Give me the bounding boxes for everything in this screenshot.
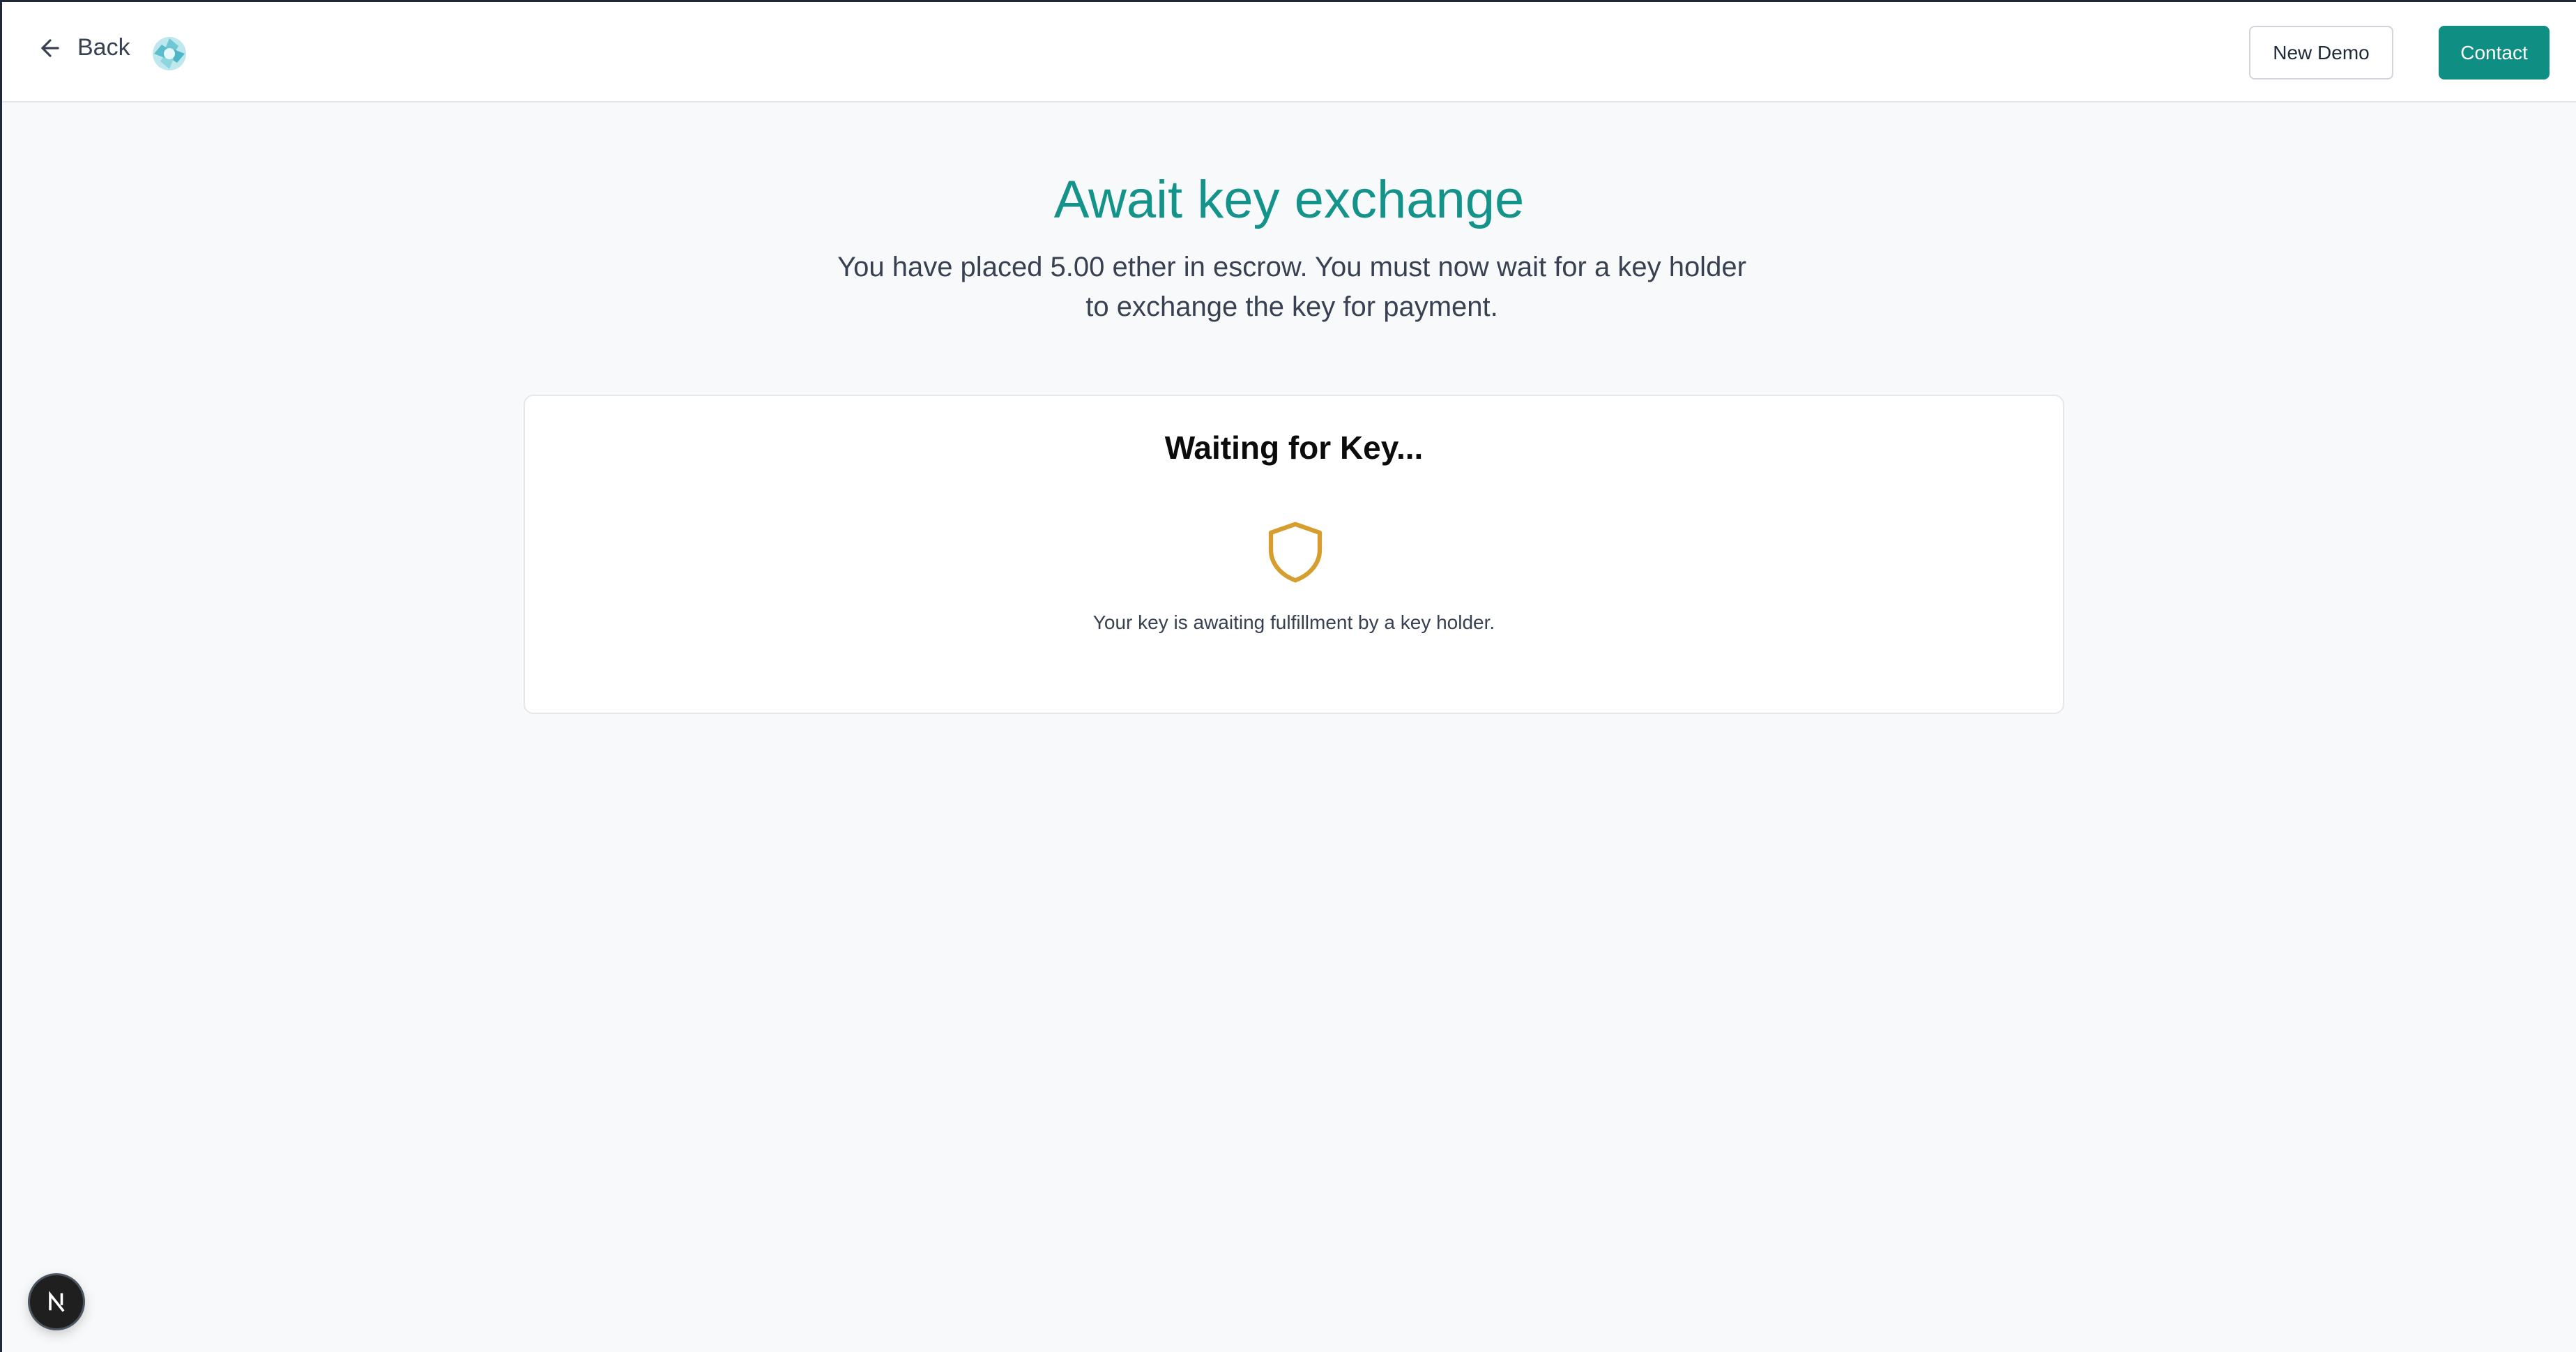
page-subtitle: You have placed 5.00 ether in escrow. Yo… xyxy=(837,252,1746,322)
nextjs-dev-badge[interactable] xyxy=(30,1275,83,1328)
card-title: Waiting for Key... xyxy=(1164,430,1424,466)
app-logo-icon[interactable] xyxy=(151,35,188,73)
back-button[interactable]: Back xyxy=(37,34,130,61)
card-message: Your key is awaiting fulfillment by a ke… xyxy=(1092,612,1495,633)
back-label: Back xyxy=(77,34,130,61)
shield-icon xyxy=(1268,522,1323,583)
page-title: Await key exchange xyxy=(1053,170,1525,229)
nextjs-icon xyxy=(49,1291,65,1312)
top-navigation-bar: Back New Demo Contact xyxy=(2,2,2576,102)
new-demo-button[interactable]: New Demo xyxy=(2249,26,2393,79)
key-status-card: Waiting for Key... Your key is awaiting … xyxy=(524,395,2064,714)
contact-button[interactable]: Contact xyxy=(2439,26,2550,79)
arrow-left-icon xyxy=(41,38,59,57)
